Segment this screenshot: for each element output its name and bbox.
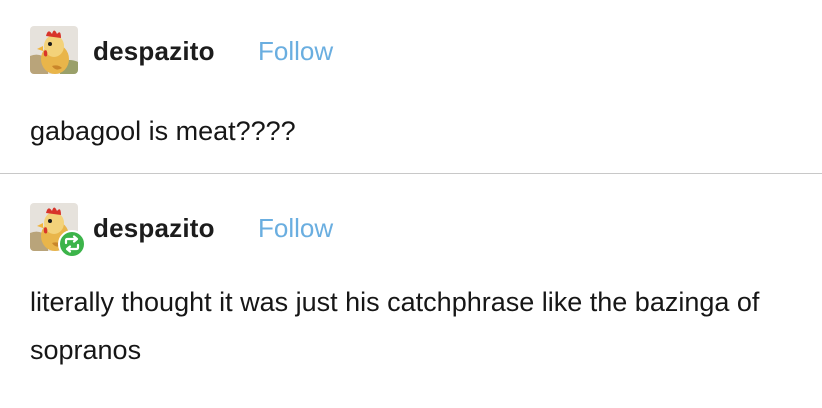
follow-button[interactable]: Follow — [258, 36, 333, 66]
reblog-icon — [58, 230, 86, 258]
post-reply: despazito Follow literally thought it wa… — [0, 175, 822, 408]
post-original: despazito Follow gabagool is meat???? — [0, 0, 822, 174]
post-divider — [0, 173, 822, 174]
follow-button[interactable]: Follow — [258, 213, 333, 243]
post-text: literally thought it was just his catchp… — [30, 287, 760, 365]
username[interactable]: despazito — [93, 213, 215, 243]
username[interactable]: despazito — [93, 36, 215, 66]
rooster-avatar-icon — [30, 26, 78, 74]
user-avatar[interactable] — [30, 26, 78, 74]
post-text: gabagool is meat???? — [30, 116, 296, 146]
